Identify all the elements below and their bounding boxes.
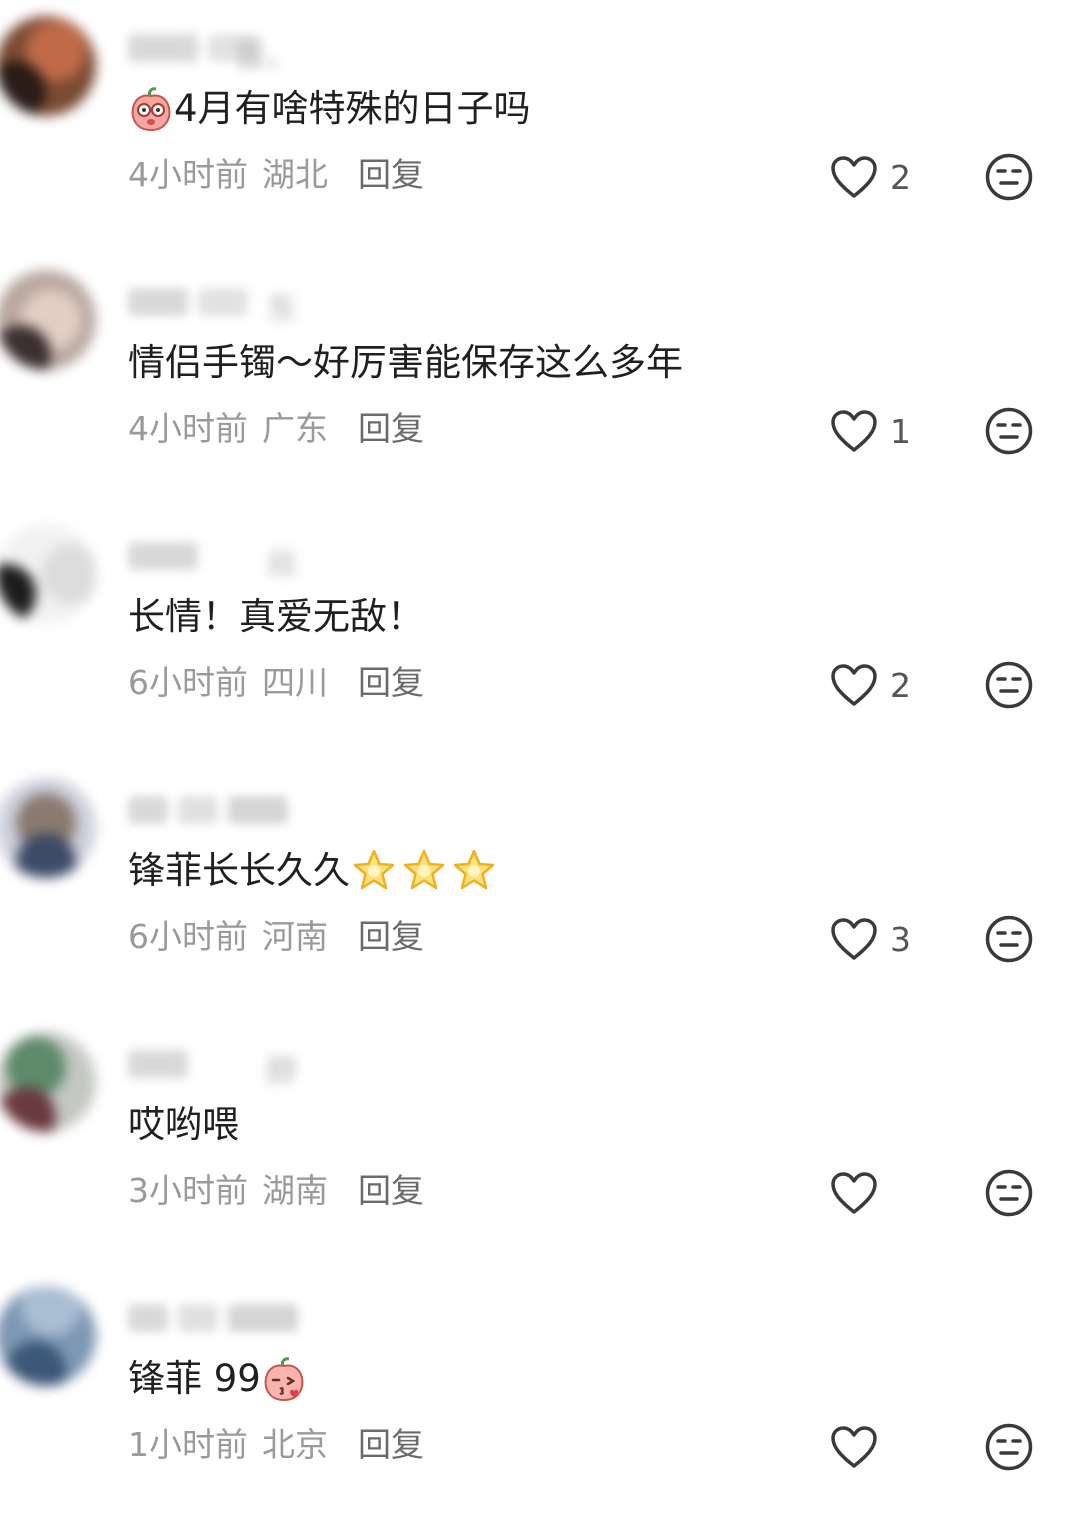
username[interactable]: 东 [128, 282, 298, 328]
comment-text: 长情！真爱无敌！ [128, 595, 424, 638]
comment-meta: 4小时前 广东 回复 [128, 404, 424, 454]
comment-item: 督。 4月有啥特殊的日子吗 4小时前 湖北 回复 2 [0, 0, 1080, 254]
username[interactable]: 丝 [128, 536, 298, 582]
username[interactable]: 脖 [128, 1044, 298, 1090]
reply-button[interactable]: 回复 [358, 663, 424, 702]
comment-text: 锋菲长长久久 [128, 846, 500, 896]
like-count: 1 [890, 411, 911, 451]
comment-time: 4小时前 [128, 409, 248, 448]
meh-face-icon[interactable] [984, 914, 1034, 964]
comment-time: 4小时前 [128, 155, 248, 194]
peach-kiss-emoji-icon [264, 1357, 304, 1402]
comment-item: 东 情侣手镯～好厉害能保存这么多年 4小时前 广东 回复 1 [0, 254, 1080, 508]
reply-button[interactable]: 回复 [358, 917, 424, 956]
meh-face-icon[interactable] [984, 152, 1034, 202]
comment-location: 湖南 [262, 1171, 328, 1210]
meh-face-icon[interactable] [984, 1168, 1034, 1218]
comment-list: 督。 4月有啥特殊的日子吗 4小时前 湖北 回复 2 东 情侣手镯～好厉害能保存… [0, 0, 1080, 1492]
comment-location: 河南 [262, 917, 328, 956]
comment-item: 锋菲 99 1小时前 北京 回复 [0, 1270, 1080, 1524]
comment-location: 北京 [262, 1425, 328, 1464]
like-count: 2 [890, 157, 911, 197]
like-button[interactable]: 2 [830, 152, 911, 202]
reply-button[interactable]: 回复 [358, 155, 424, 194]
comment-item: 锋菲长长久久 6小时前 河南 回复 3 [0, 762, 1080, 1016]
heart-outline-icon [831, 156, 877, 198]
comment-time: 3小时前 [128, 1171, 248, 1210]
comment-text: 锋菲 99 [128, 1354, 307, 1404]
avatar[interactable] [0, 270, 96, 370]
comment-meta: 6小时前 四川 回复 [128, 658, 424, 708]
comment-time: 6小时前 [128, 917, 248, 956]
meh-face-icon[interactable] [984, 406, 1034, 456]
avatar[interactable] [0, 1032, 96, 1132]
heart-outline-icon [831, 410, 877, 452]
star-emoji-icon [353, 849, 495, 890]
like-button[interactable] [830, 1168, 890, 1218]
avatar[interactable] [0, 16, 96, 116]
reply-button[interactable]: 回复 [358, 1171, 424, 1210]
avatar[interactable] [0, 1286, 96, 1386]
comment-location: 湖北 [262, 155, 328, 194]
meh-face-icon[interactable] [984, 1422, 1034, 1472]
username[interactable] [128, 1298, 298, 1338]
comment-meta: 1小时前 北京 回复 [128, 1420, 424, 1470]
heart-outline-icon [831, 918, 877, 960]
comment-location: 广东 [262, 409, 328, 448]
like-button[interactable]: 3 [830, 914, 911, 964]
avatar[interactable] [0, 778, 96, 878]
meh-face-icon[interactable] [984, 660, 1034, 710]
like-button[interactable]: 2 [830, 660, 911, 710]
comment-meta: 3小时前 湖南 回复 [128, 1166, 424, 1216]
username[interactable] [128, 790, 298, 830]
like-button[interactable] [830, 1422, 890, 1472]
comment-text: 4月有啥特殊的日子吗 [128, 84, 531, 134]
comment-item: 脖 哎哟喂 3小时前 湖南 回复 [0, 1016, 1080, 1270]
comment-text: 情侣手镯～好厉害能保存这么多年 [128, 341, 683, 384]
heart-outline-icon [831, 1426, 877, 1468]
comment-time: 6小时前 [128, 663, 248, 702]
heart-outline-icon [831, 1172, 877, 1214]
comment-location: 四川 [262, 663, 328, 702]
reply-button[interactable]: 回复 [358, 1425, 424, 1464]
peach-emoji-icon [131, 87, 171, 132]
comment-meta: 6小时前 河南 回复 [128, 912, 424, 962]
username[interactable]: 督。 [128, 28, 298, 74]
avatar[interactable] [0, 524, 96, 624]
like-count: 2 [890, 665, 911, 705]
like-button[interactable]: 1 [830, 406, 911, 456]
comment-time: 1小时前 [128, 1425, 248, 1464]
comment-text: 哎哟喂 [128, 1103, 239, 1146]
comment-meta: 4小时前 湖北 回复 [128, 150, 424, 200]
reply-button[interactable]: 回复 [358, 409, 424, 448]
comment-item: 丝 长情！真爱无敌！ 6小时前 四川 回复 2 [0, 508, 1080, 762]
like-count: 3 [890, 919, 911, 959]
heart-outline-icon [831, 664, 877, 706]
